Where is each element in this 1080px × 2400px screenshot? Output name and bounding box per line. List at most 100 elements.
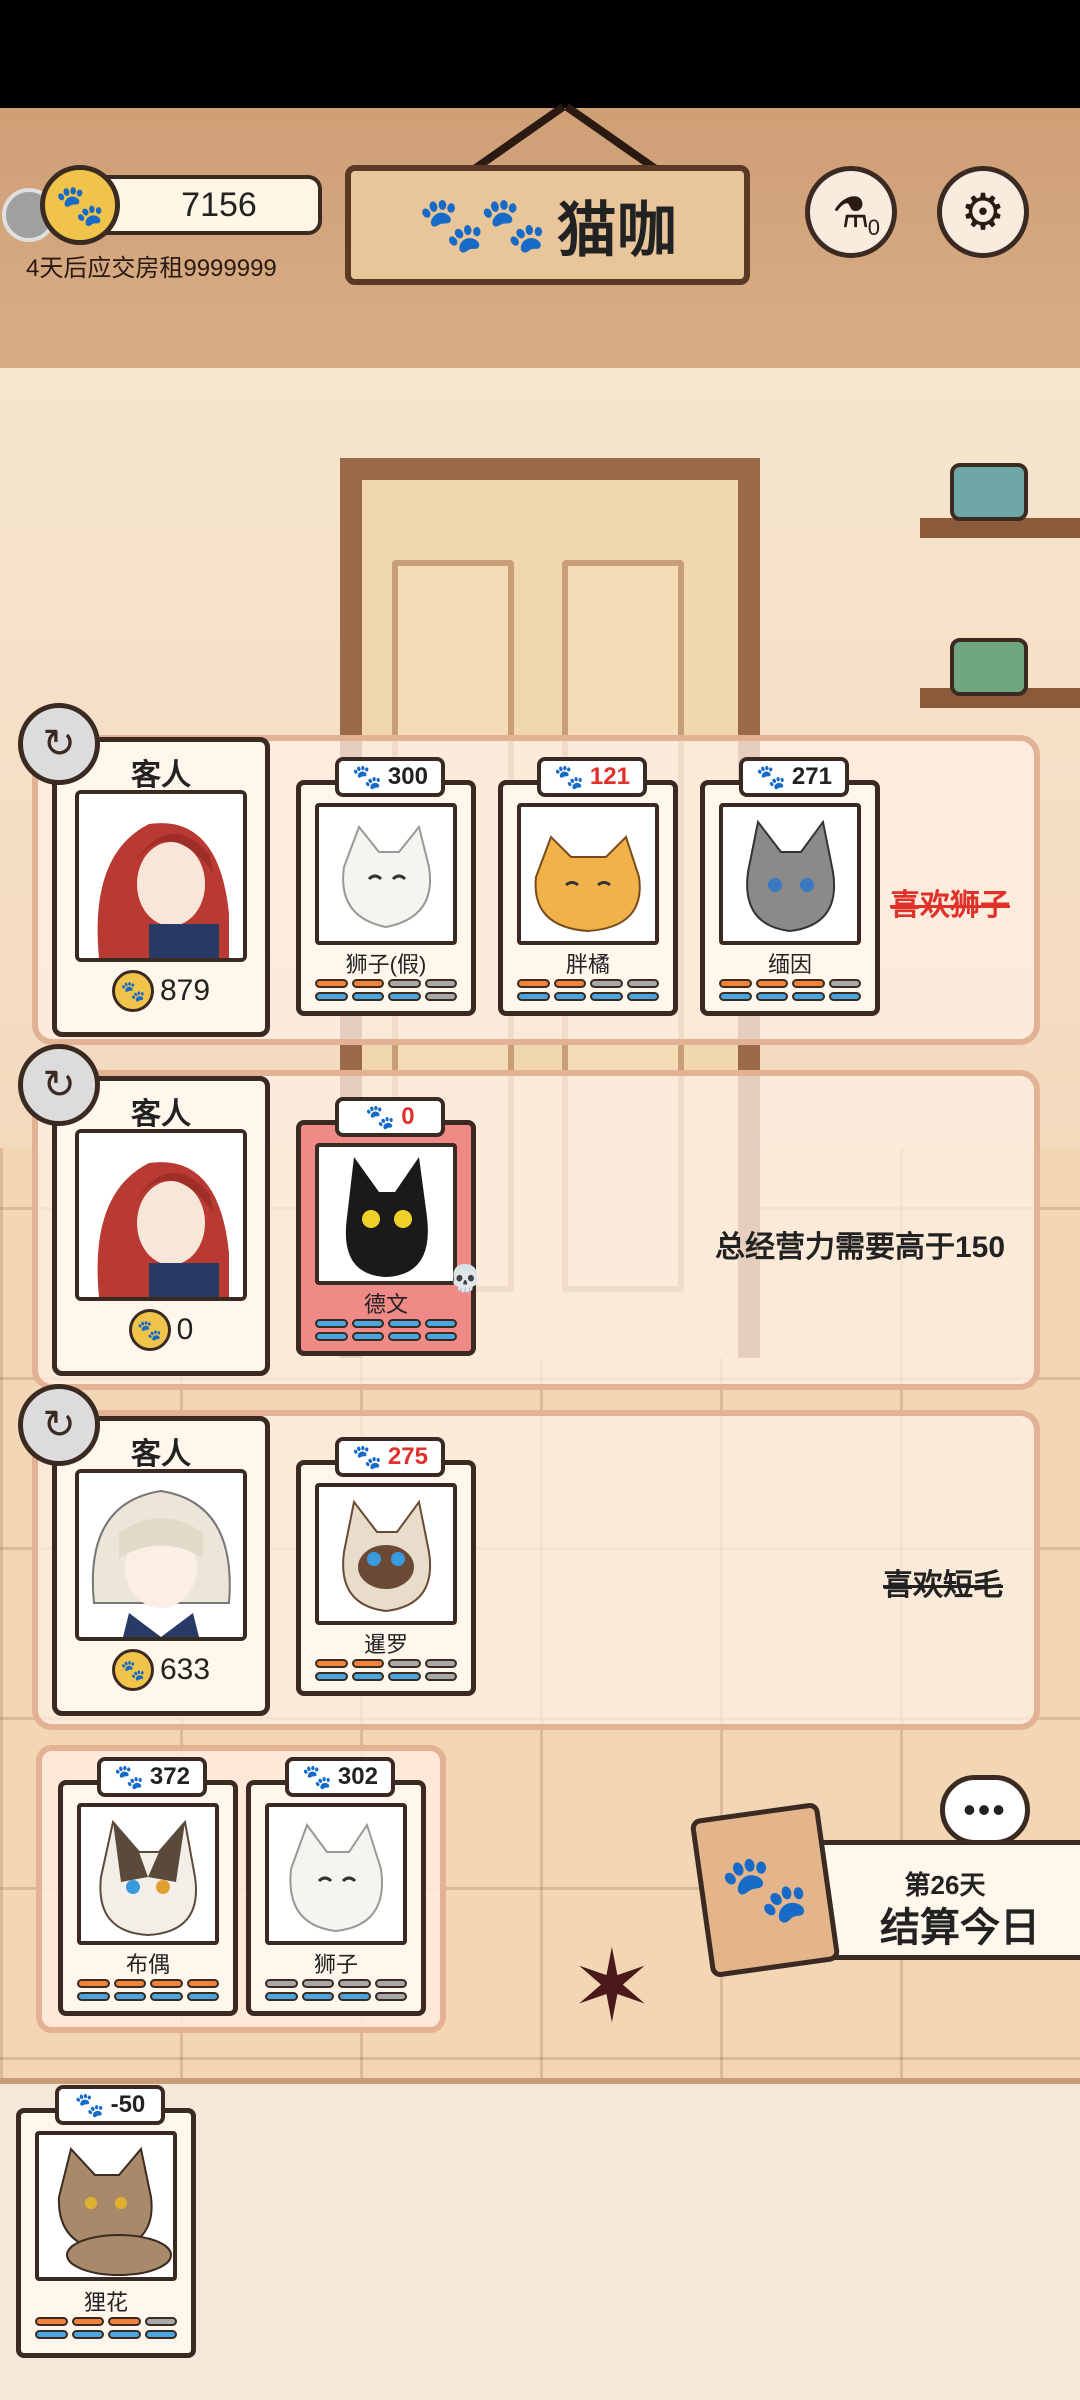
stat-segment xyxy=(108,2317,141,2326)
stat-segment xyxy=(424,1672,457,1681)
potion-button[interactable]: ⚗ 0 xyxy=(805,166,897,258)
customer-card[interactable]: 客人 🐾 0 xyxy=(52,1076,270,1376)
paw-icon: 🐾 xyxy=(114,1763,144,1791)
cat-card[interactable]: 🐾 -50 狸花 xyxy=(16,2085,196,2358)
stat-segment xyxy=(315,979,348,988)
potion-count: 0 xyxy=(867,215,880,240)
stat-segment xyxy=(351,1672,384,1681)
stat-segment xyxy=(35,2330,68,2339)
stat-segment xyxy=(388,1332,421,1341)
stat-segment xyxy=(150,1992,183,2001)
stat-segment xyxy=(792,992,825,1001)
paw-icon: 🐾 xyxy=(352,763,382,791)
cat-name: 缅因 xyxy=(767,952,812,977)
stat-bar-row xyxy=(35,2317,177,2326)
cat-value-tag: 🐾 275 xyxy=(335,1437,445,1477)
paw-icon: 🐾 xyxy=(756,763,786,791)
stat-segment xyxy=(265,1979,298,1988)
customer-coins: 🐾 633 xyxy=(57,1649,265,1691)
stat-segment xyxy=(590,992,623,1001)
stat-segment xyxy=(388,1319,421,1328)
rent-notice: 4天后应交房租9999999 xyxy=(26,255,277,282)
customer-portrait xyxy=(75,1129,247,1301)
refresh-icon: ↻ xyxy=(42,1403,76,1447)
refresh-button[interactable]: ↻ xyxy=(18,1384,100,1466)
cat-value: -50 xyxy=(110,2091,146,2118)
cat-value: 372 xyxy=(149,1763,190,1790)
stat-segment xyxy=(351,1332,384,1341)
refresh-button[interactable]: ↻ xyxy=(18,1044,100,1126)
stat-segment xyxy=(150,1979,183,1988)
cat-portrait xyxy=(315,1143,457,1285)
customer-card[interactable]: 客人 🐾 879 xyxy=(52,737,270,1037)
stat-bar-row xyxy=(77,1992,219,2001)
paw-icon: 🐾 xyxy=(554,763,584,791)
stat-segment xyxy=(590,979,623,988)
stat-segment xyxy=(626,992,659,1001)
stat-segment xyxy=(77,1992,110,2001)
shelf xyxy=(920,518,1080,538)
cat-card[interactable]: 🐾 372 布偶 xyxy=(58,1757,238,2016)
cat-card[interactable]: 🐾 302 狮子 xyxy=(246,1757,426,2016)
cat-card[interactable]: 🐾 271 缅因 xyxy=(700,757,880,1016)
cat-value: 121 xyxy=(589,763,630,790)
settings-button[interactable]: ⚙ xyxy=(937,166,1029,258)
stat-segment xyxy=(424,979,457,988)
floor-crack-icon: ✶ xyxy=(570,1931,654,2043)
stat-segment xyxy=(553,992,586,1001)
settle-today-label[interactable]: 结算今日 xyxy=(850,1895,1070,1953)
stat-segment xyxy=(374,1979,407,1988)
stat-segment xyxy=(388,1659,421,1668)
cat-value-tag: 🐾 0 xyxy=(335,1097,445,1137)
stat-segment xyxy=(351,979,384,988)
stat-segment xyxy=(71,2330,104,2339)
cat-portrait xyxy=(35,2131,177,2281)
cat-card[interactable]: 🐾 0 德文 💀 xyxy=(296,1097,481,1356)
stat-segment xyxy=(338,1979,371,1988)
stat-segment xyxy=(35,2317,68,2326)
cat-card[interactable]: 🐾 275 暹罗 xyxy=(296,1437,476,1696)
cat-portrait xyxy=(315,803,457,945)
cat-portrait xyxy=(719,803,861,945)
customer-coins: 🐾 879 xyxy=(57,970,265,1012)
stat-segment xyxy=(424,1332,457,1341)
stat-segment xyxy=(388,992,421,1001)
stat-segment xyxy=(144,2317,177,2326)
stat-segment xyxy=(755,979,788,988)
jar xyxy=(950,463,1028,521)
paw-icon: 🐾 xyxy=(365,1103,396,1131)
cat-name: 狮子 xyxy=(313,1952,358,1977)
customer-portrait xyxy=(75,790,247,962)
paw-icon: 🐾 xyxy=(74,2091,105,2119)
customer-card[interactable]: 客人 🐾 633 xyxy=(52,1416,270,1716)
stat-segment xyxy=(315,992,348,1001)
paw-coin-icon: 🐾 xyxy=(111,1649,154,1691)
stat-segment xyxy=(301,1992,334,2001)
cat-value: 300 xyxy=(387,763,428,790)
refresh-button[interactable]: ↻ xyxy=(18,703,100,785)
paw-coin-icon: 🐾 xyxy=(128,1309,171,1351)
stat-segment xyxy=(388,1672,421,1681)
cat-value: 302 xyxy=(337,1763,378,1790)
cat-portrait xyxy=(517,803,659,945)
cat-value-tag: 🐾 302 xyxy=(285,1757,395,1797)
stat-segment xyxy=(424,992,457,1001)
clipboard-paw-icon[interactable]: 🐾 xyxy=(689,1801,841,1979)
cat-stat-bars xyxy=(77,1979,219,2005)
stat-segment xyxy=(186,1979,219,1988)
stat-segment xyxy=(315,1659,348,1668)
cat-value-tag: 🐾 300 xyxy=(335,757,445,797)
speech-bubble-icon[interactable]: ••• xyxy=(940,1775,1030,1845)
stat-segment xyxy=(108,2330,141,2339)
cat-stat-bars xyxy=(315,1319,457,1345)
paw-icon: 🐾 xyxy=(302,1763,332,1791)
coin-amount: 7156 xyxy=(90,175,322,235)
customer-requirement: 总经营力需要高于150 xyxy=(715,1231,1006,1264)
cat-value-tag: 🐾 372 xyxy=(97,1757,207,1797)
cat-card[interactable]: 🐾 300 狮子(假) xyxy=(296,757,476,1016)
customer-coin-value: 0 xyxy=(176,1313,194,1346)
cat-value: 0 xyxy=(401,1103,415,1130)
stat-segment xyxy=(626,979,659,988)
skull-icon: 💀 xyxy=(449,1263,482,1293)
cat-card[interactable]: 🐾 121 胖橘 xyxy=(498,757,678,1016)
